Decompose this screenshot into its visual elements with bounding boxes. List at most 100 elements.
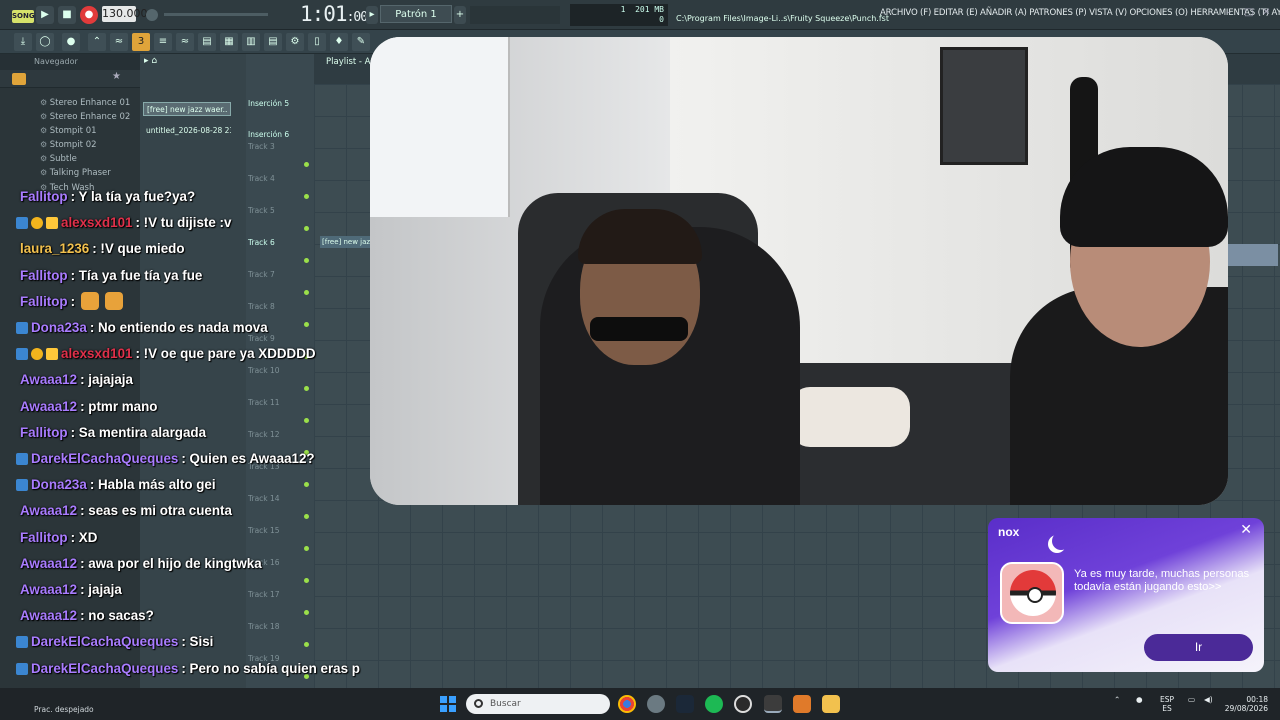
windows-start-icon[interactable] [440,696,456,712]
chat-username[interactable]: Awaaa12 [20,372,77,387]
chat-username[interactable]: Awaaa12 [20,399,77,414]
chat-username[interactable]: Awaaa12 [20,608,77,623]
steam-icon[interactable] [676,695,694,713]
snap-icon[interactable]: ⌃ [88,33,106,51]
audio-clip[interactable]: [free] new jaz [320,236,372,248]
chat-username[interactable]: laura_1236 [20,241,89,256]
obs-icon[interactable] [734,695,752,713]
plugin-item[interactable]: Stereo Enhance 01 [40,96,131,110]
track-label[interactable]: Track 11 [248,398,280,407]
browser-icon[interactable]: ▤ [264,33,282,51]
microphone-icon[interactable]: ♦ [330,33,348,51]
track-label[interactable]: Track 12 [248,430,280,439]
spotify-icon[interactable] [705,695,723,713]
plugin-item[interactable]: Subtle [40,152,130,166]
chat-username[interactable]: Fallitop [20,189,68,204]
chat-username[interactable]: Fallitop [20,268,68,283]
play-icon[interactable]: ▶ [36,6,54,24]
wave-icon[interactable]: ≈ [110,33,128,51]
volume-icon[interactable]: ◀) [1204,695,1213,704]
pattern-icon[interactable]: ≡ [154,33,172,51]
chevron-up-icon[interactable]: ⌃ [1114,695,1120,704]
plugin-item[interactable]: Stompit 02 [40,138,130,152]
track-enable-led[interactable] [304,418,309,423]
weather-text[interactable]: Prac. despejado [34,705,94,714]
chat-username[interactable]: Fallitop [20,294,68,309]
piano-roll-icon[interactable]: ▤ [198,33,216,51]
track-label[interactable]: Track 15 [248,526,280,535]
step-icon[interactable]: 3 [132,33,150,51]
chrome-icon[interactable] [618,695,636,713]
fl-studio-taskbar-icon[interactable] [764,695,782,713]
network-icon[interactable]: ▭ [1188,695,1195,704]
pattern-prev-icon[interactable]: ▸ [366,6,378,24]
track-enable-led[interactable] [304,226,309,231]
chat-username[interactable]: DarekElCachaQueques [31,634,178,649]
settings-icon[interactable] [647,695,665,713]
track-enable-led[interactable] [304,194,309,199]
track-enable-led[interactable] [304,482,309,487]
plugin-item[interactable]: Stompit 01 [40,124,130,138]
plugin-list[interactable]: Stereo Enhance 01Stereo Enhance 02Stompi… [40,96,131,195]
chat-username[interactable]: Dona23a [31,477,87,492]
track-label[interactable]: Track 14 [248,494,280,503]
clock[interactable]: 00:18 29/08/2026 [1222,695,1268,713]
track-enable-led[interactable] [304,642,309,647]
maximize-icon[interactable]: □ [1244,7,1253,18]
file-explorer-icon[interactable] [822,695,840,713]
chat-username[interactable]: DarekElCachaQueques [31,661,178,676]
track-label[interactable]: Track 8 [248,302,275,311]
mixer-icon[interactable]: ≈ [176,33,194,51]
track-label[interactable]: Track 10 [248,366,280,375]
track-label[interactable]: Track 17 [248,590,280,599]
track-label[interactable]: Track 18 [248,622,280,631]
microphone-tray-icon[interactable]: ● [1136,695,1143,704]
track-enable-led[interactable] [304,546,309,551]
chat-username[interactable]: Fallitop [20,425,68,440]
taskbar-search[interactable]: Buscar [466,694,610,714]
track-enable-led[interactable] [304,514,309,519]
track-enable-led[interactable] [304,162,309,167]
chat-username[interactable]: Awaaa12 [20,582,77,597]
master-volume-slider[interactable] [164,13,268,16]
minimize-icon[interactable]: – [1226,7,1231,18]
master-pitch-knob[interactable] [146,9,158,21]
close-icon[interactable]: ✕ [1262,7,1270,18]
track-enable-led[interactable] [304,258,309,263]
loop-icon[interactable]: ◯ [36,33,54,51]
pattern-selector[interactable]: Patrón 1 [380,5,452,23]
track-label[interactable]: Track 7 [248,270,275,279]
track-label[interactable]: Track 5 [248,206,275,215]
download-icon[interactable]: ⤓ [14,33,32,51]
track-label[interactable]: Track 6 [248,238,275,247]
pattern-add-icon[interactable]: + [454,6,466,24]
metronome-icon[interactable]: ● [62,33,80,51]
playlist-tools-icons[interactable]: ▸ ⌂ [144,56,157,66]
chat-username[interactable]: DarekElCachaQueques [31,451,178,466]
audio-clip-waveform[interactable] [1226,244,1278,266]
plugin-item[interactable]: Stereo Enhance 02 [40,110,131,124]
plugin-item[interactable]: Talking Phaser [40,166,130,180]
app-icon[interactable] [793,695,811,713]
track-enable-led[interactable] [304,386,309,391]
track-enable-led[interactable] [304,322,309,327]
file-icon[interactable]: ▯ [308,33,326,51]
track-enable-led[interactable] [304,610,309,615]
track-enable-led[interactable] [304,578,309,583]
song-mode-button[interactable]: SONG [12,10,35,23]
browser-options-icon[interactable] [12,73,26,85]
ad-go-button[interactable]: Ir [1144,634,1253,661]
pattern-item-2[interactable]: untitled_2026-08-28 23-.. [143,124,231,138]
chat-username[interactable]: Awaaa12 [20,503,77,518]
stop-icon[interactable]: ■ [58,6,76,24]
track-label[interactable]: Track 3 [248,142,275,151]
playlist-icon[interactable]: ▥ [242,33,260,51]
chat-username[interactable]: Dona23a [31,320,87,335]
chat-username[interactable]: alexsxd101 [61,215,132,230]
chat-username[interactable]: Awaaa12 [20,556,77,571]
language-indicator[interactable]: ESP ES [1160,695,1174,713]
record-icon[interactable]: ● [80,6,98,24]
tempo-display[interactable]: 130.000 [102,6,148,22]
chat-username[interactable]: alexsxd101 [61,346,132,361]
channel-rack-icon[interactable]: ▦ [220,33,238,51]
